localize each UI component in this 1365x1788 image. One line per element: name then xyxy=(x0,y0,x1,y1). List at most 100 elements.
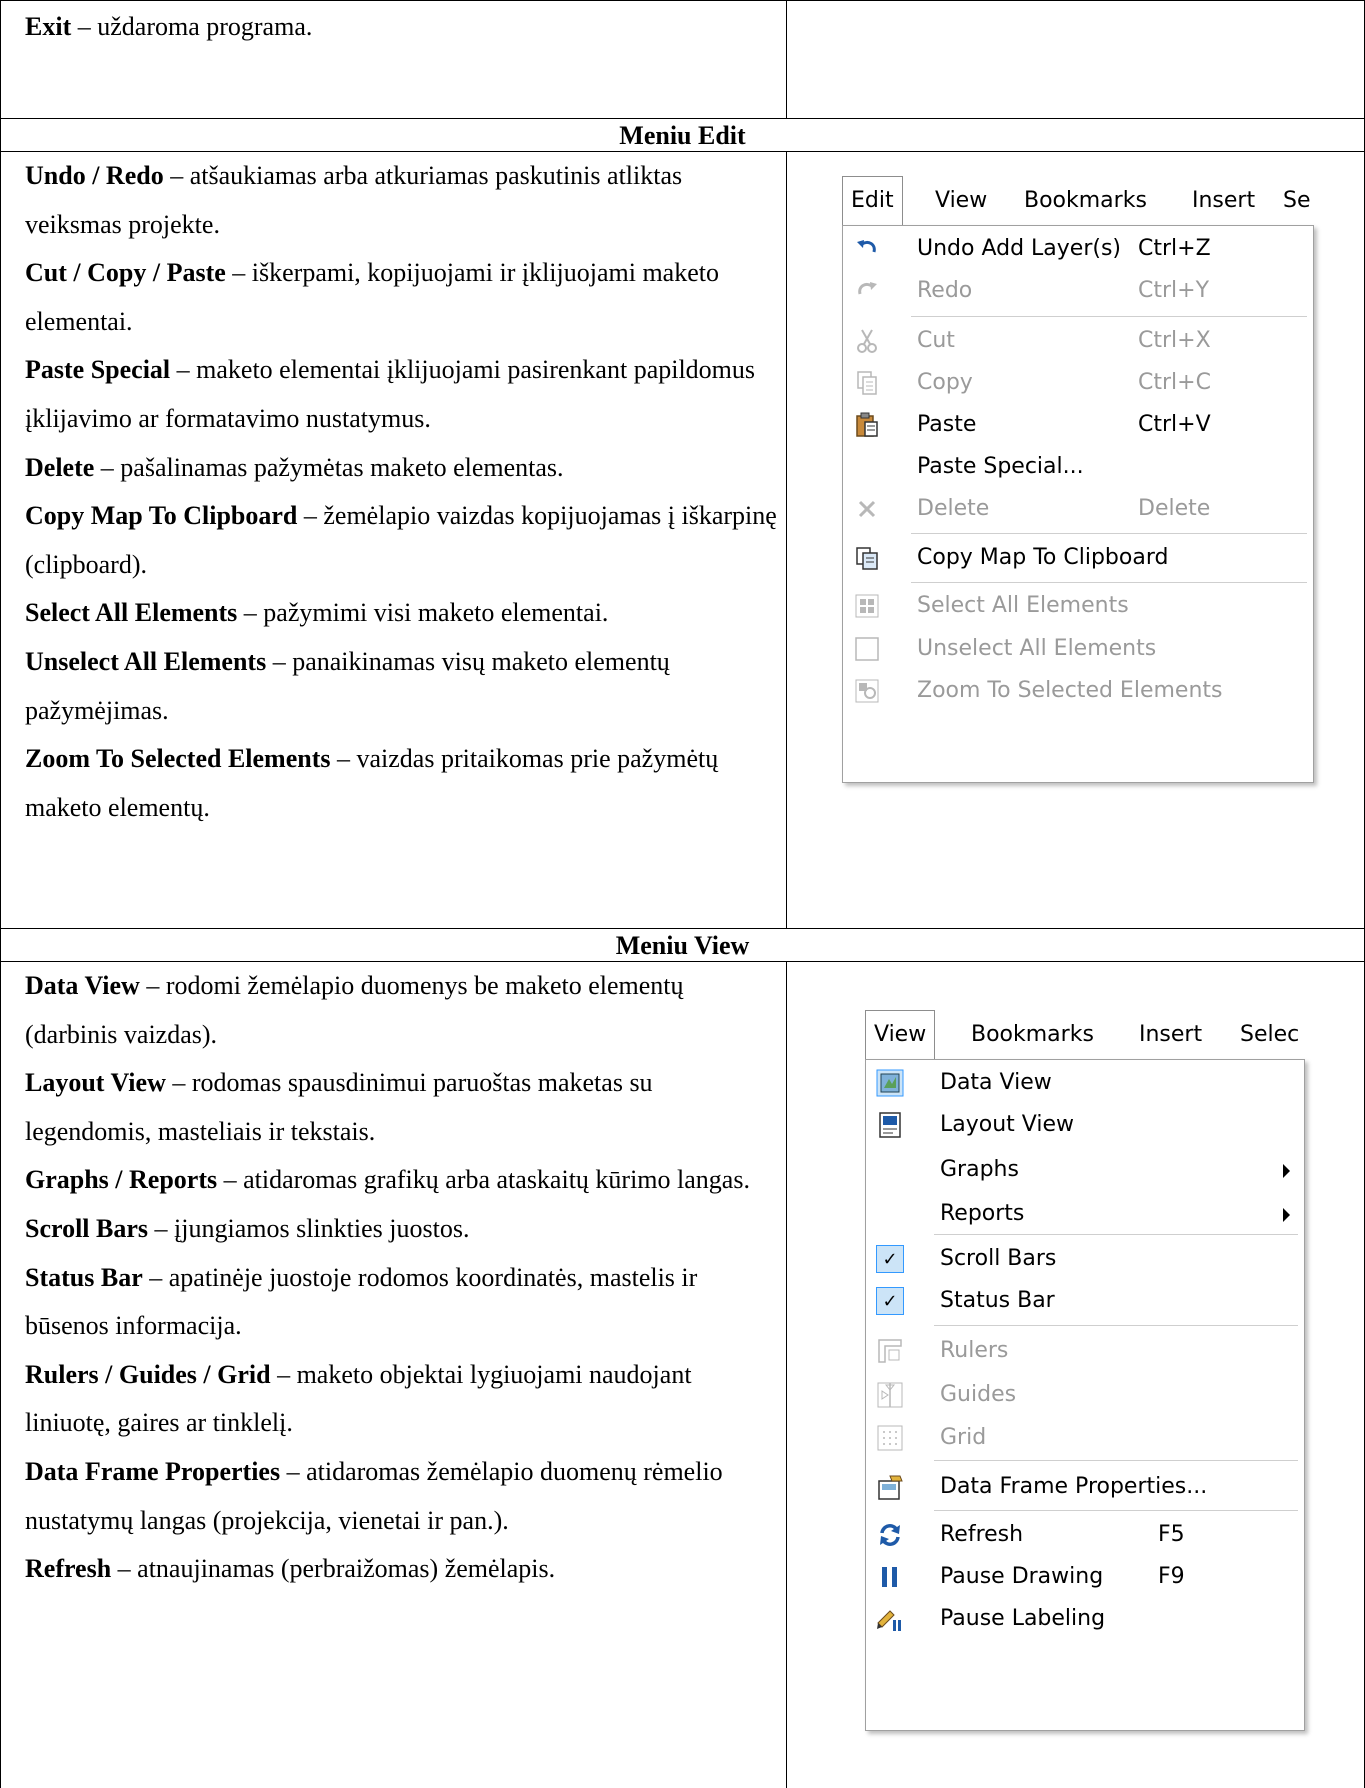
menubar-view[interactable]: View xyxy=(935,188,987,213)
term-description: – įjungiamos slinkties juostos. xyxy=(148,1213,470,1243)
menu-item-label: Grid xyxy=(940,1425,987,1450)
description-paragraph: Data View – rodomi žemėlapio duomenys be… xyxy=(25,962,777,1059)
menu-item-graphs[interactable]: Graphs xyxy=(866,1147,1304,1195)
menu-item-paste[interactable]: Paste Ctrl+V xyxy=(843,402,1313,450)
menu-item-delete[interactable]: Delete Delete xyxy=(843,486,1313,534)
menu-item-pause-drawing[interactable]: Pause Drawing F9 xyxy=(866,1554,1304,1602)
menubar-bookmarks[interactable]: Bookmarks xyxy=(1024,188,1147,213)
menu-separator xyxy=(911,582,1307,583)
menu-item-label: Zoom To Selected Elements xyxy=(917,678,1223,703)
menu-item-unselect-all-elements[interactable]: Unselect All Elements xyxy=(843,626,1313,674)
menubar-selection[interactable]: Se xyxy=(1283,188,1314,213)
check-icon: ✓ xyxy=(876,1287,904,1315)
menu-item-layout-view[interactable]: Layout View xyxy=(866,1102,1304,1150)
data-view-icon xyxy=(876,1069,904,1097)
col-divider-c xyxy=(786,961,787,1788)
menu-item-label: Pause Labeling xyxy=(940,1606,1106,1631)
submenu-arrow-icon xyxy=(1283,1164,1290,1178)
term: Select All Elements xyxy=(25,598,238,628)
menu-separator xyxy=(911,316,1307,317)
term-description: – atnaujinamas (perbraižomas) žemėlapis. xyxy=(111,1554,556,1584)
menu-item-label: Graphs xyxy=(940,1157,1019,1182)
menu-item-label: Layout View xyxy=(940,1112,1074,1137)
menubar-insert[interactable]: Insert xyxy=(1139,1022,1202,1047)
table-border-top xyxy=(0,0,1365,1)
menu-item-label: Guides xyxy=(940,1382,1017,1407)
menu-item-data-view[interactable]: Data View xyxy=(866,1060,1304,1108)
edit-description-cell: Undo / Redo – atšaukiamas arba atkuriama… xyxy=(25,152,777,832)
menu-item-label: Reports xyxy=(940,1201,1025,1226)
menubar-selection[interactable]: Selec xyxy=(1240,1022,1305,1047)
menu-item-label: Data View xyxy=(940,1070,1052,1095)
menu-item-pause-labeling[interactable]: Pause Labeling xyxy=(866,1596,1304,1644)
term: Rulers / Guides / Grid xyxy=(25,1359,271,1389)
menubar-edit[interactable]: Edit xyxy=(842,176,903,227)
menu-item-label: Unselect All Elements xyxy=(917,636,1157,661)
menu-item-zoom-to-selected-elements[interactable]: Zoom To Selected Elements xyxy=(843,668,1313,716)
menu-item-select-all-elements[interactable]: Select All Elements xyxy=(843,583,1313,631)
menu-item-guides[interactable]: Guides xyxy=(866,1372,1304,1420)
empty-icon-slot xyxy=(853,453,881,481)
check-icon: ✓ xyxy=(876,1287,904,1315)
term-description: – pažymimi visi maketo elementai. xyxy=(237,598,609,628)
col-divider-a xyxy=(786,0,787,119)
menubar-bookmarks[interactable]: Bookmarks xyxy=(971,1022,1094,1047)
exit-paragraph: Exit – uždaroma programa. xyxy=(25,3,775,52)
term: Refresh xyxy=(25,1554,112,1584)
menu-item-shortcut: Ctrl+C xyxy=(1138,370,1211,395)
description-paragraph: Delete – pašalinamas pažymėtas maketo el… xyxy=(25,444,777,493)
menu-item-label: Cut xyxy=(917,328,955,353)
menu-item-reports[interactable]: Reports xyxy=(866,1191,1304,1239)
menu-item-undo-add-layer-s[interactable]: Undo Add Layer(s) Ctrl+Z xyxy=(843,226,1313,274)
menu-item-label: Select All Elements xyxy=(917,593,1129,618)
term: Copy Map To Clipboard xyxy=(25,501,298,531)
menu-item-shortcut: Ctrl+V xyxy=(1138,412,1211,437)
description-paragraph: Data Frame Properties – atidaromas žemėl… xyxy=(25,1448,777,1545)
edit-menu-screenshot: Edit View Bookmarks Insert Se Undo Add L… xyxy=(842,176,1314,783)
menu-item-label: Paste xyxy=(917,412,977,437)
menu-item-label: Undo Add Layer(s) xyxy=(917,236,1122,261)
term: Undo / Redo xyxy=(25,161,164,190)
menubar-view[interactable]: View xyxy=(865,1010,936,1061)
menu-item-grid[interactable]: Grid xyxy=(866,1415,1304,1463)
undo-icon xyxy=(853,235,881,263)
description-paragraph: Paste Special – maketo elementai įklijuo… xyxy=(25,346,777,443)
edit-menubar: Edit View Bookmarks Insert Se xyxy=(842,176,1314,227)
menu-item-paste-special[interactable]: Paste Special... xyxy=(843,444,1313,492)
grid-icon xyxy=(876,1424,904,1452)
menu-item-status-bar[interactable]: ✓ Status Bar xyxy=(866,1278,1304,1326)
description-paragraph: Cut / Copy / Paste – iškerpami, kopijuoj… xyxy=(25,249,777,346)
copy-map-icon xyxy=(853,544,881,572)
menu-item-rulers[interactable]: Rulers xyxy=(866,1328,1304,1376)
edit-dropdown: Undo Add Layer(s) Ctrl+Z Redo Ctrl+Y Cut Ctrl… xyxy=(842,225,1314,783)
menu-item-copy-map-to-clipboard[interactable]: Copy Map To Clipboard xyxy=(843,535,1313,583)
menu-item-copy[interactable]: Copy Ctrl+C xyxy=(843,360,1313,408)
menu-item-scroll-bars[interactable]: ✓ Scroll Bars xyxy=(866,1236,1304,1284)
term: Zoom To Selected Elements xyxy=(25,744,331,774)
term-description: – atidaromas grafikų arba ataskaitų kūri… xyxy=(217,1165,750,1195)
copy-icon xyxy=(853,369,881,397)
paste-icon xyxy=(853,411,881,439)
layout-view-icon xyxy=(876,1111,904,1139)
menu-item-label: Redo xyxy=(917,278,973,303)
delete-icon xyxy=(853,495,881,523)
description-paragraph: Select All Elements – pažymimi visi make… xyxy=(25,589,777,638)
view-menubar: View Bookmarks Insert Selec xyxy=(865,1010,1305,1061)
menu-item-data-frame-properties[interactable]: Data Frame Properties... xyxy=(866,1464,1304,1512)
description-paragraph: Refresh – atnaujinamas (perbraižomas) že… xyxy=(25,1545,777,1594)
menu-item-redo[interactable]: Redo Ctrl+Y xyxy=(843,268,1313,316)
term: Delete xyxy=(25,452,95,482)
col-divider-b xyxy=(786,151,787,929)
description-paragraph: Status Bar – apatinėje juostoje rodomos … xyxy=(25,1254,777,1351)
view-description-cell: Data View – rodomi žemėlapio duomenys be… xyxy=(25,962,777,1594)
exit-term: Exit xyxy=(25,12,72,41)
term: Scroll Bars xyxy=(25,1213,149,1243)
menu-item-cut[interactable]: Cut Ctrl+X xyxy=(843,318,1313,366)
menu-item-shortcut: Delete xyxy=(1138,496,1211,521)
description-paragraph: Layout View – rodomas spausdinimui paruo… xyxy=(25,1059,777,1156)
empty-icon-slot xyxy=(876,1200,904,1228)
menu-item-label: Pause Drawing xyxy=(940,1564,1104,1589)
menu-item-refresh[interactable]: Refresh F5 xyxy=(866,1512,1304,1560)
menubar-insert[interactable]: Insert xyxy=(1192,188,1255,213)
menu-item-label: Refresh xyxy=(940,1522,1024,1547)
